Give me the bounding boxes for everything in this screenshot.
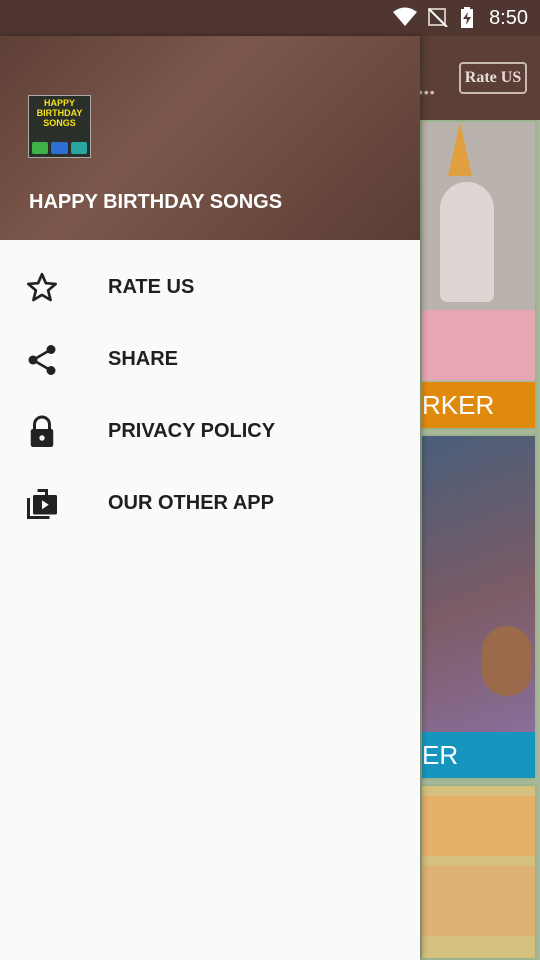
share-icon: [24, 342, 60, 378]
doll-image: [482, 626, 532, 696]
logo-buttons: [32, 142, 87, 154]
card-1-label: RKER: [422, 382, 535, 428]
shop-icon: [24, 486, 60, 522]
app-logo: HAPPY BIRTHDAY SONGS: [28, 95, 91, 158]
menu-item-our-other-app[interactable]: OUR OTHER APP: [0, 468, 420, 540]
navigation-drawer: HAPPY BIRTHDAY SONGS HAPPY BIRTHDAY SONG…: [0, 36, 420, 960]
drawer-header: HAPPY BIRTHDAY SONGS HAPPY BIRTHDAY SONG…: [0, 36, 420, 240]
no-signal-icon: [427, 7, 449, 33]
menu-label-privacy-policy: PRIVACY POLICY: [108, 420, 276, 442]
menu-item-rate-us[interactable]: RATE US: [0, 252, 420, 324]
more-dots-icon[interactable]: •••: [418, 84, 436, 100]
song-card-1[interactable]: RKER: [420, 120, 537, 430]
song-card-2[interactable]: ER: [420, 434, 537, 780]
lock-icon: [24, 414, 60, 450]
cake-image: [422, 310, 535, 380]
figure-image: [440, 182, 494, 302]
menu-label-share: SHARE: [108, 348, 179, 370]
star-outline-icon: [24, 270, 60, 306]
menu-label-our-other-app: OUR OTHER APP: [108, 492, 274, 514]
wifi-icon: [393, 7, 417, 33]
drawer-menu: RATE US SHARE PRIVACY POLICY OUR OTHER A…: [0, 252, 420, 540]
status-bar: 8:50: [0, 0, 540, 36]
rate-us-button[interactable]: Rate US: [459, 62, 527, 94]
status-time: 8:50: [489, 7, 528, 29]
menu-item-share[interactable]: SHARE: [0, 324, 420, 396]
birthday-banner-image-2: [422, 866, 535, 936]
menu-item-privacy-policy[interactable]: PRIVACY POLICY: [0, 396, 420, 468]
drawer-header-title: HAPPY BIRTHDAY SONGS: [29, 191, 283, 213]
song-card-3[interactable]: [420, 784, 537, 960]
battery-charging-icon: [458, 7, 476, 35]
party-hat-image: [448, 122, 472, 176]
card-2-label: ER: [422, 732, 535, 778]
birthday-banner-image: [422, 796, 535, 856]
logo-text: HAPPY BIRTHDAY SONGS: [36, 98, 83, 128]
menu-label-rate-us: RATE US: [108, 276, 195, 298]
